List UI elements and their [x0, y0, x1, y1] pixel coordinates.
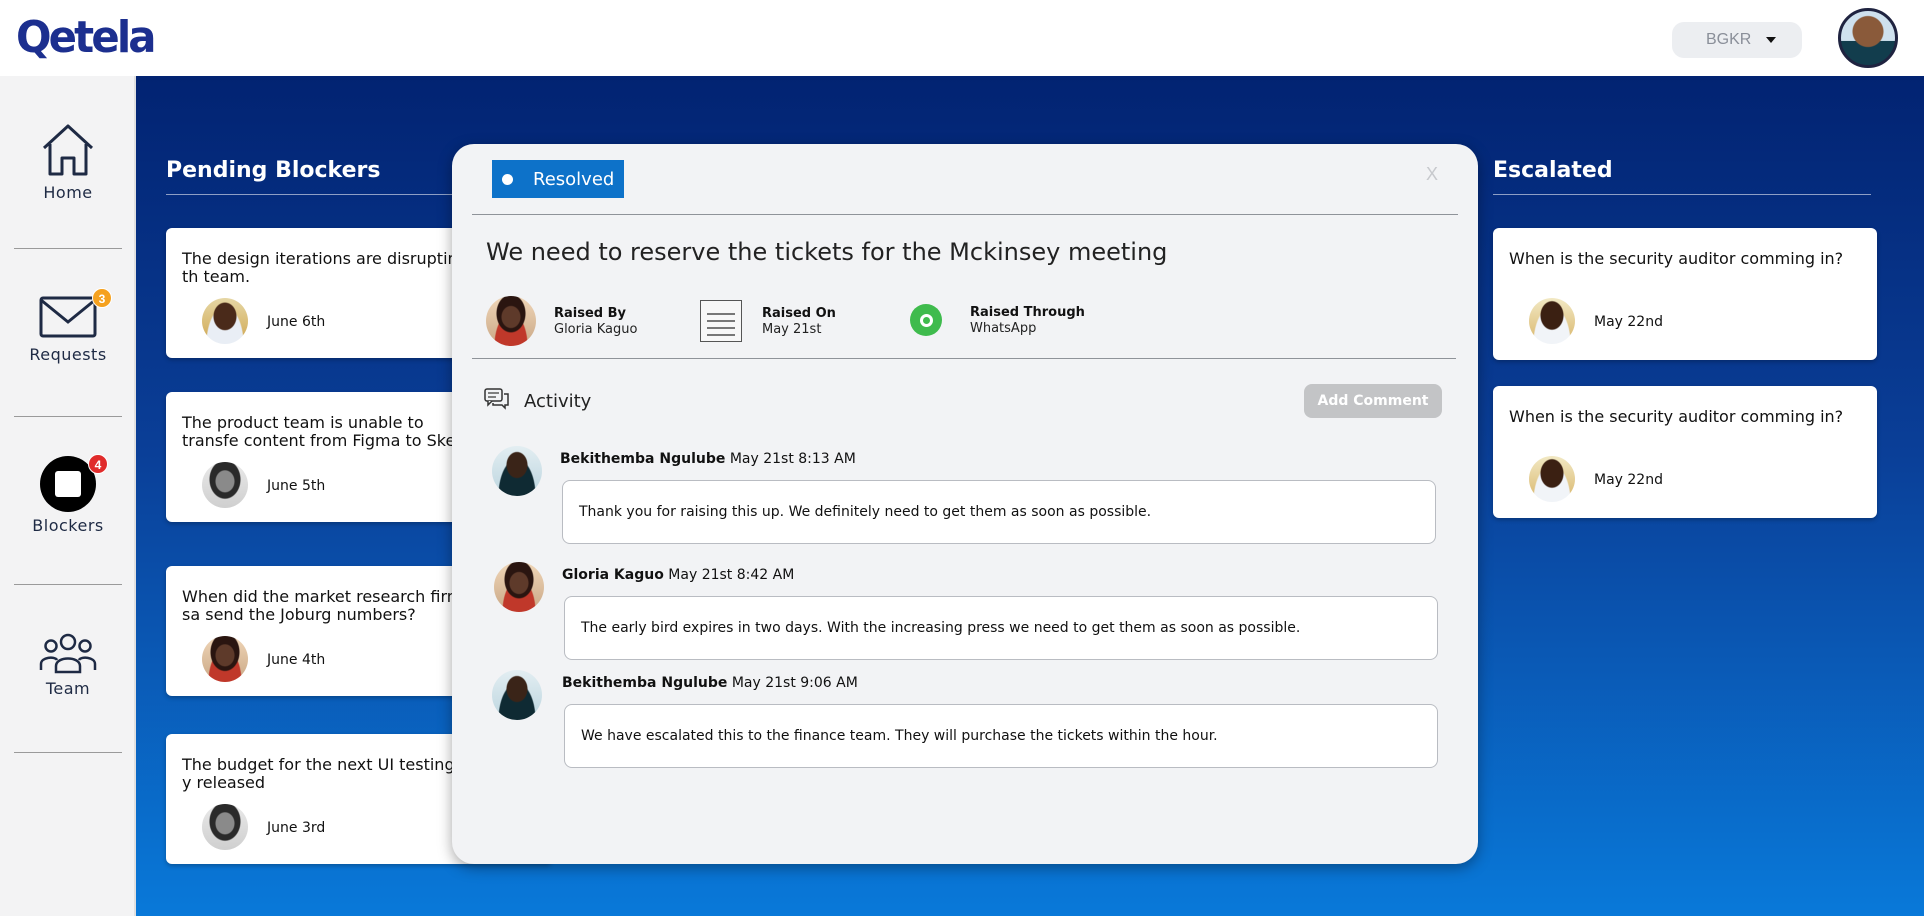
comment-time: May 21st 8:42 AM	[668, 567, 795, 583]
user-avatar[interactable]	[1838, 8, 1898, 68]
comment-author: Bekithemba Ngulube	[562, 675, 728, 691]
status-dot-icon	[502, 173, 513, 185]
sidebar-label-blockers: Blockers	[32, 516, 104, 535]
comment-author: Bekithemba Ngulube	[560, 451, 726, 467]
escalated-text: When is the security auditor comming in?	[1509, 407, 1844, 426]
comment-text: We have escalated this to the finance te…	[564, 704, 1438, 768]
sidebar-item-home[interactable]: Home	[0, 122, 136, 202]
raised-on: Raised On May 21st	[700, 300, 836, 342]
avatar	[202, 636, 248, 682]
chat-icon	[484, 388, 510, 415]
pending-blockers-title: Pending Blockers	[166, 158, 381, 183]
comment-avatar	[492, 446, 542, 496]
calendar-icon	[700, 300, 742, 342]
raised-through-label: Raised Through	[970, 304, 1085, 320]
blocker-text: The budget for the next UI testing is y …	[182, 755, 473, 792]
blocker-date: June 6th	[267, 314, 326, 330]
escalated-title: Escalated	[1493, 158, 1613, 183]
blocker-title: We need to reserve the tickets for the M…	[486, 238, 1168, 266]
top-bar: Qetela BGKR	[0, 0, 1924, 76]
blocker-text: The product team is unable to transfe co…	[182, 413, 481, 450]
comment-header: Gloria Kaguo May 21st 8:42 AM	[562, 567, 794, 583]
team-icon	[37, 632, 99, 679]
raised-by-label: Raised By	[554, 305, 627, 321]
escalated-date: May 22nd	[1594, 314, 1663, 330]
blocker-text: The design iterations are disrupting th …	[182, 249, 468, 286]
avatar	[1529, 298, 1575, 344]
activity-header: Activity	[484, 388, 591, 415]
sidebar-item-blockers[interactable]: 4 Blockers	[0, 454, 136, 535]
home-icon	[38, 122, 98, 183]
comment-time: May 21st 9:06 AM	[731, 675, 858, 691]
divider	[1493, 194, 1871, 195]
sidebar-divider	[14, 752, 122, 753]
sidebar-divider	[14, 584, 122, 585]
close-button[interactable]: X	[1426, 164, 1438, 185]
sidebar-divider	[14, 248, 122, 249]
blocker-icon: 4	[40, 454, 108, 512]
blockers-badge: 4	[88, 454, 108, 474]
sidebar-label-requests: Requests	[29, 345, 107, 364]
comment-author: Gloria Kaguo	[562, 567, 664, 583]
escalated-card[interactable]: When is the security auditor comming in?…	[1493, 228, 1877, 360]
comment-text: The early bird expires in two days. With…	[564, 596, 1438, 660]
avatar	[1529, 456, 1575, 502]
comment-avatar	[494, 562, 544, 612]
caret-down-icon	[1766, 37, 1776, 43]
sidebar-label-home: Home	[43, 183, 93, 202]
raised-on-value: May 21st	[762, 321, 822, 337]
status-label: Resolved	[533, 168, 615, 190]
comment-header: Bekithemba Ngulube May 21st 9:06 AM	[562, 675, 858, 691]
sidebar-item-requests[interactable]: 3 Requests	[0, 288, 136, 364]
raised-through: Raised Through WhatsApp	[910, 304, 1085, 336]
org-select[interactable]: BGKR	[1672, 22, 1802, 58]
whatsapp-icon	[910, 304, 942, 336]
raised-by-avatar	[486, 296, 536, 346]
blocker-text: When did the market research firm sa sen…	[182, 587, 463, 624]
org-select-value: BGKR	[1706, 31, 1752, 48]
comment-header: Bekithemba Ngulube May 21st 8:13 AM	[560, 451, 856, 467]
divider	[166, 194, 496, 195]
blocker-date: June 4th	[267, 652, 326, 668]
divider	[472, 358, 1456, 359]
raised-by: Raised By Gloria Kaguo	[486, 296, 637, 346]
escalated-card[interactable]: When is the security auditor comming in?…	[1493, 386, 1877, 518]
raised-through-value: WhatsApp	[970, 320, 1037, 336]
avatar	[202, 298, 248, 344]
sidebar: Home 3 Requests 4 Blockers Team	[0, 76, 136, 916]
sidebar-label-team: Team	[45, 679, 91, 698]
sidebar-item-team[interactable]: Team	[0, 632, 136, 698]
status-badge[interactable]: Resolved	[492, 160, 624, 198]
divider	[472, 214, 1458, 215]
comment-text: Thank you for raising this up. We defini…	[562, 480, 1436, 544]
comment-time: May 21st 8:13 AM	[729, 451, 856, 467]
mail-icon: 3	[38, 288, 112, 345]
escalated-date: May 22nd	[1594, 472, 1663, 488]
app-logo[interactable]: Qetela	[16, 12, 157, 63]
comment-avatar	[492, 670, 542, 720]
sidebar-divider	[14, 416, 122, 417]
escalated-text: When is the security auditor comming in?	[1509, 249, 1844, 268]
requests-badge: 3	[92, 288, 112, 308]
blocker-detail-modal: Resolved X We need to reserve the ticket…	[452, 144, 1478, 864]
avatar	[202, 462, 248, 508]
blocker-date: June 3rd	[267, 820, 326, 836]
raised-by-value: Gloria Kaguo	[554, 321, 638, 337]
add-comment-button[interactable]: Add Comment	[1304, 384, 1442, 418]
raised-on-label: Raised On	[762, 305, 836, 321]
blocker-date: June 5th	[267, 478, 326, 494]
activity-label: Activity	[524, 391, 592, 412]
avatar	[202, 804, 248, 850]
